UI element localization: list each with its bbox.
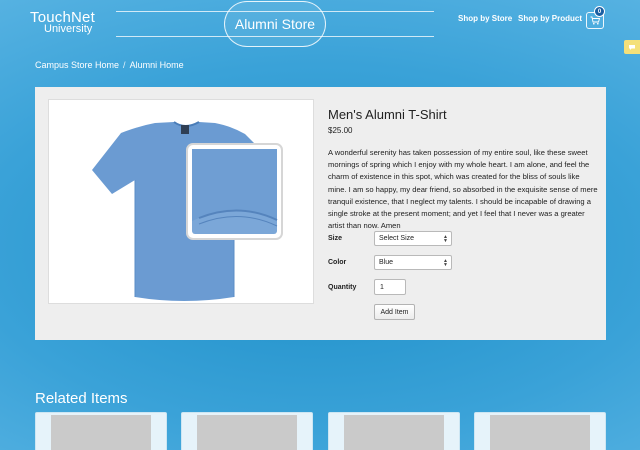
related-item-card[interactable] (181, 412, 313, 450)
quantity-input[interactable]: 1 (374, 279, 406, 295)
related-item-image (51, 415, 151, 450)
size-select-value: Select Size (379, 235, 415, 242)
product-image[interactable] (48, 99, 314, 304)
quantity-label: Quantity (328, 284, 357, 291)
product-price: $25.00 (328, 126, 353, 135)
select-arrows-icon: ▲ ▼ (443, 233, 448, 244)
store-title-badge[interactable]: Alumni Store (224, 1, 326, 47)
cart-count-badge: 0 (594, 6, 605, 17)
breadcrumb: Campus Store Home / Alumni Home (35, 60, 184, 70)
breadcrumb-separator: / (123, 60, 126, 70)
related-item-card[interactable] (35, 412, 167, 450)
select-arrows-icon: ▲ ▼ (443, 257, 448, 268)
quantity-value: 1 (380, 283, 384, 291)
product-panel: Men's Alumni T-Shirt $25.00 A wonderful … (35, 87, 606, 340)
related-item-card[interactable] (328, 412, 460, 450)
site-header: TouchNet University Alumni Store Shop by… (0, 0, 640, 50)
logo-line-2: University (44, 23, 93, 35)
related-item-image (197, 415, 297, 450)
university-logo[interactable]: TouchNet University (30, 10, 95, 35)
color-label: Color (328, 259, 347, 266)
related-item-card[interactable] (474, 412, 606, 450)
size-label: Size (328, 235, 343, 242)
tshirt-image (92, 121, 283, 301)
size-select[interactable]: Select Size ▲ ▼ (374, 231, 452, 246)
breadcrumb-campus-store-home[interactable]: Campus Store Home (35, 60, 119, 70)
nav-shop-by-product[interactable]: Shop by Product (518, 14, 582, 23)
feedback-tab[interactable] (624, 40, 640, 54)
shopping-cart-icon (590, 16, 600, 25)
product-description: A wonderful serenity has taken possessio… (328, 148, 598, 231)
color-select[interactable]: Blue ▲ ▼ (374, 255, 452, 270)
breadcrumb-alumni-home[interactable]: Alumni Home (130, 60, 184, 70)
related-items-title: Related Items (35, 390, 128, 407)
product-title: Men's Alumni T-Shirt (328, 107, 447, 122)
color-select-value: Blue (379, 259, 394, 266)
related-item-image (344, 415, 444, 450)
store-title: Alumni Store (234, 16, 316, 32)
related-item-image (490, 415, 590, 450)
nav-shop-by-store[interactable]: Shop by Store (458, 14, 512, 23)
add-item-button[interactable]: Add Item (374, 304, 415, 320)
chat-bubble-icon (629, 44, 635, 50)
